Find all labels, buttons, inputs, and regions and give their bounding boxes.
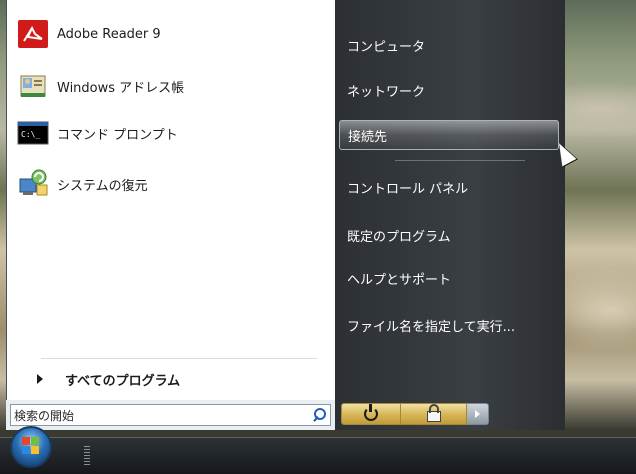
right-item-label: ヘルプとサポート bbox=[347, 272, 452, 288]
power-controls bbox=[341, 403, 489, 425]
right-item-label: コントロール パネル bbox=[347, 181, 469, 197]
right-item-label: コンピュータ bbox=[347, 39, 426, 55]
lock-button[interactable] bbox=[401, 403, 467, 425]
command-prompt-icon: C:\_ bbox=[17, 121, 49, 145]
right-item-run[interactable]: ファイル名を指定して実行... bbox=[339, 310, 559, 340]
right-item-connect-to[interactable]: 接続先 bbox=[339, 120, 559, 150]
program-label: Adobe Reader 9 bbox=[57, 26, 161, 42]
windows-flag-icon bbox=[22, 437, 40, 455]
lock-icon bbox=[426, 403, 441, 422]
start-menu-right-pane: コンピュータ ネットワーク 接続先 コントロール パネル 既定のプログラム ヘル… bbox=[335, 0, 565, 430]
right-item-label: ファイル名を指定して実行... bbox=[347, 319, 516, 335]
program-address-book[interactable]: Windows アドレス帳 bbox=[17, 70, 327, 102]
address-book-icon bbox=[20, 75, 46, 97]
adobe-reader-icon bbox=[18, 20, 48, 48]
taskbar bbox=[0, 437, 636, 474]
system-restore-icon bbox=[19, 169, 48, 196]
search-icon[interactable] bbox=[308, 405, 330, 425]
program-adobe-reader[interactable]: Adobe Reader 9 bbox=[17, 18, 327, 50]
search-input[interactable]: 検索の開始 bbox=[10, 404, 331, 426]
power-icon bbox=[364, 404, 378, 421]
separator bbox=[395, 160, 525, 161]
program-label: システムの復元 bbox=[57, 178, 148, 194]
right-item-label: 既定のプログラム bbox=[347, 229, 451, 245]
triangle-right-icon bbox=[37, 374, 43, 384]
right-item-label: 接続先 bbox=[348, 129, 388, 145]
program-system-restore[interactable]: システムの復元 bbox=[17, 168, 327, 200]
program-label: Windows アドレス帳 bbox=[57, 80, 185, 96]
power-options-button[interactable] bbox=[467, 403, 489, 425]
right-item-default-programs[interactable]: 既定のプログラム bbox=[339, 220, 559, 250]
right-item-network[interactable]: ネットワーク bbox=[339, 75, 559, 105]
taskbar-grip[interactable] bbox=[84, 446, 90, 466]
power-button[interactable] bbox=[341, 403, 401, 425]
search-area: 検索の開始 bbox=[6, 400, 335, 430]
search-placeholder: 検索の開始 bbox=[14, 408, 75, 423]
svg-text:C:\_: C:\_ bbox=[21, 130, 40, 139]
start-button[interactable] bbox=[10, 426, 52, 468]
right-item-computer[interactable]: コンピュータ bbox=[339, 30, 559, 60]
right-item-help-support[interactable]: ヘルプとサポート bbox=[339, 263, 559, 293]
right-item-label: ネットワーク bbox=[347, 84, 426, 100]
separator bbox=[41, 358, 317, 359]
program-command-prompt[interactable]: C:\_ コマンド プロンプト bbox=[17, 117, 327, 149]
arrow-right-icon bbox=[475, 410, 480, 418]
all-programs-button[interactable]: すべてのプログラム bbox=[17, 366, 327, 392]
all-programs-label: すべてのプログラム bbox=[65, 373, 181, 389]
right-item-control-panel[interactable]: コントロール パネル bbox=[339, 172, 559, 202]
start-menu-left-pane: Adobe Reader 9 Windows アドレス帳 C:\_ コマンド プ… bbox=[6, 0, 336, 400]
program-label: コマンド プロンプト bbox=[57, 127, 178, 143]
